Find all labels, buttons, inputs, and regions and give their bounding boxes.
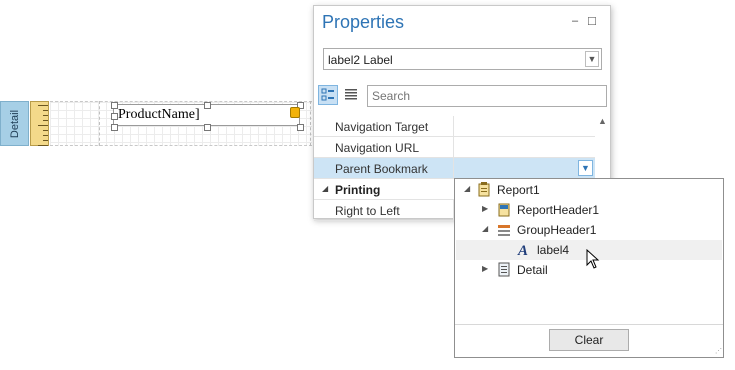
- maximize-icon[interactable]: □: [588, 13, 596, 28]
- property-name: Right to Left: [335, 204, 400, 218]
- resize-handle[interactable]: [111, 102, 118, 109]
- dropdown-button[interactable]: ▼: [578, 160, 593, 176]
- tree-item[interactable]: ▶ ReportHeader1: [456, 200, 722, 220]
- resize-handle[interactable]: [111, 113, 118, 120]
- resize-handle[interactable]: [111, 124, 118, 131]
- expanded-icon[interactable]: ◢: [464, 184, 470, 193]
- search-input[interactable]: [367, 85, 607, 107]
- list-icon: [345, 89, 357, 100]
- group-header-icon: [498, 225, 510, 236]
- divider: [455, 324, 723, 325]
- margin-line-right: [310, 101, 311, 146]
- tree-item-label: label4: [537, 243, 570, 257]
- resize-handle[interactable]: [297, 124, 304, 131]
- property-name: Navigation URL: [335, 141, 420, 155]
- clear-button[interactable]: Clear: [549, 329, 629, 351]
- component-selector[interactable]: label2 Label ▼: [323, 48, 602, 70]
- property-row-selected[interactable]: Parent Bookmark ▼: [314, 158, 595, 179]
- properties-title: Properties: [322, 12, 405, 32]
- expanded-icon[interactable]: ◢: [482, 224, 488, 233]
- property-name: Navigation Target: [335, 120, 429, 134]
- alphabetical-view-button[interactable]: [342, 85, 362, 105]
- component-selector-value: label2 Label: [328, 53, 393, 67]
- resize-grip-icon[interactable]: ⋰: [715, 347, 722, 355]
- tree-item-label: ReportHeader1: [517, 203, 600, 217]
- vertical-ruler: [30, 101, 49, 146]
- column-divider: [453, 137, 454, 157]
- resize-handle[interactable]: [204, 102, 211, 109]
- tree-item[interactable]: ◢ Report1: [456, 180, 722, 200]
- report-icon: [478, 182, 490, 197]
- smart-tag-icon[interactable]: [290, 107, 300, 118]
- tree-item[interactable]: ◢ GroupHeader1: [456, 220, 722, 240]
- label-control-text: ProductName]: [118, 107, 200, 122]
- label-icon: A: [517, 243, 528, 257]
- tree-item-label: Report1: [497, 183, 540, 197]
- collapsed-icon[interactable]: ▶: [482, 264, 488, 273]
- minimize-icon[interactable]: –: [572, 15, 578, 27]
- category-name: Printing: [335, 183, 381, 197]
- property-name: Parent Bookmark: [335, 162, 428, 176]
- tree-item-label: GroupHeader1: [517, 223, 597, 237]
- property-row[interactable]: Navigation Target: [314, 116, 595, 137]
- band-label: Detail: [8, 109, 21, 138]
- svg-text:A: A: [517, 243, 528, 257]
- column-divider: [453, 116, 454, 136]
- collapse-icon[interactable]: ◢: [322, 184, 328, 193]
- tree-item-label: Detail: [517, 263, 548, 277]
- chevron-down-icon[interactable]: ▼: [585, 51, 599, 67]
- margin-line-left: [99, 101, 100, 146]
- property-row[interactable]: Navigation URL: [314, 137, 595, 158]
- collapsed-icon[interactable]: ▶: [482, 204, 488, 213]
- scroll-up-icon[interactable]: ▲: [598, 116, 607, 126]
- categorized-icon: [321, 88, 334, 101]
- resize-handle[interactable]: [204, 124, 211, 131]
- detail-band-icon: [498, 262, 510, 277]
- column-divider: [453, 158, 454, 178]
- categorized-view-button[interactable]: [318, 85, 338, 105]
- detail-band-tab[interactable]: Detail: [0, 101, 29, 146]
- mouse-cursor-icon: [586, 249, 600, 269]
- report-header-icon: [498, 203, 510, 217]
